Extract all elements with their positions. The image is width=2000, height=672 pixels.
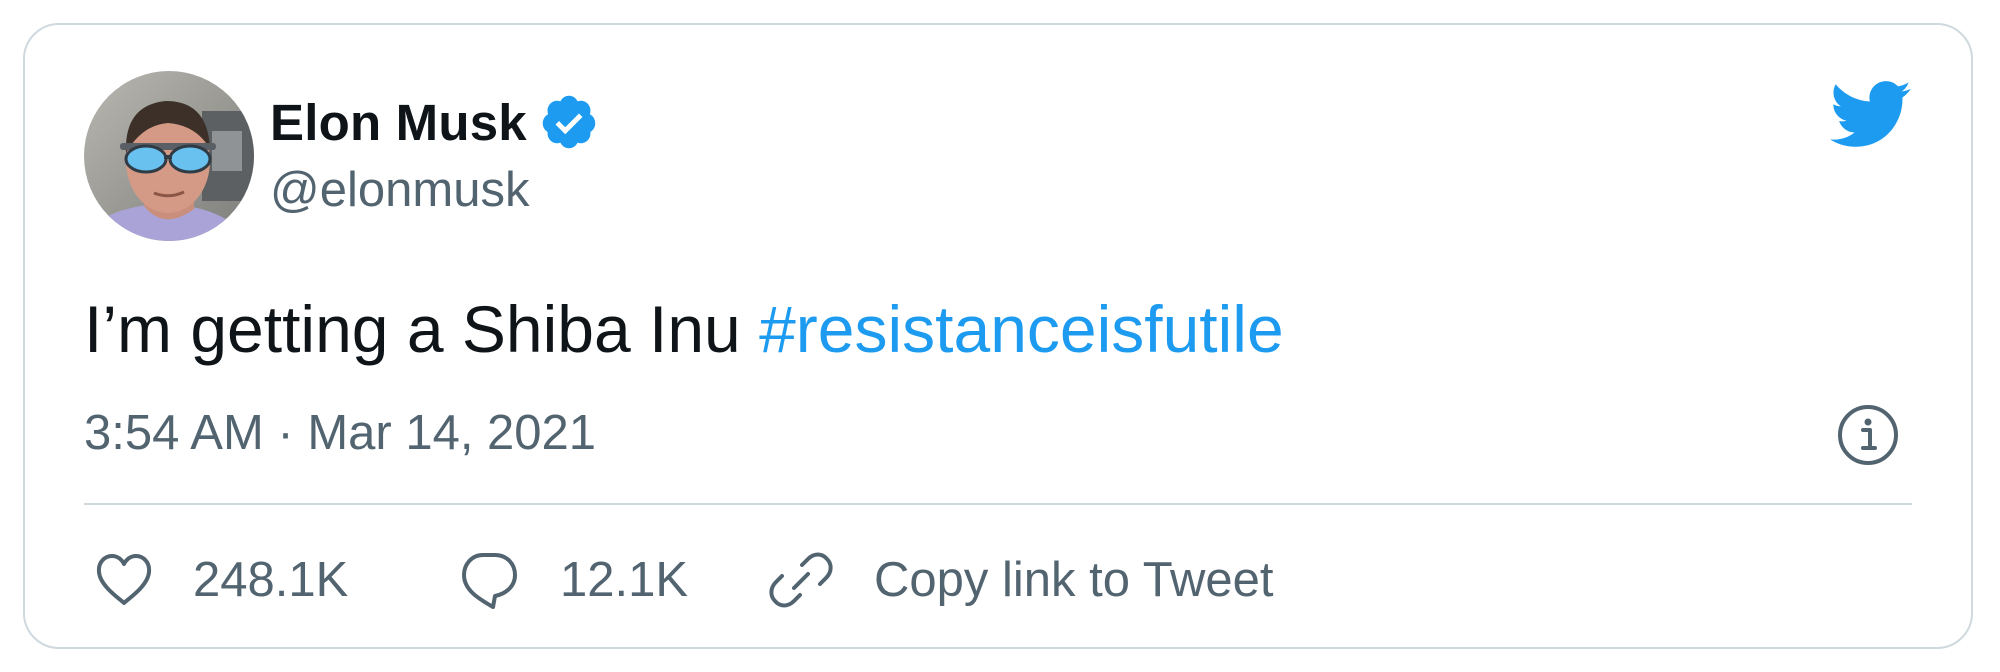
- display-name[interactable]: Elon Musk: [270, 93, 527, 152]
- heart-icon: [96, 554, 152, 605]
- link-icon: [769, 552, 833, 608]
- reply-button[interactable]: 12.1K: [459, 548, 688, 612]
- hashtag-link[interactable]: #resistanceisfutile: [759, 292, 1284, 366]
- avatar[interactable]: [84, 71, 254, 241]
- reply-bubble-icon: [462, 553, 517, 609]
- tweet-body: I’m getting a Shiba Inu: [84, 292, 741, 366]
- like-count: 248.1K: [193, 553, 349, 607]
- verified-badge-icon: [539, 92, 599, 152]
- tweet-timestamp[interactable]: 3:54 AM · Mar 14, 2021: [84, 405, 596, 461]
- copy-link-button[interactable]: Copy link to Tweet: [768, 548, 1273, 612]
- reply-count: 12.1K: [560, 553, 689, 607]
- copy-link-label: Copy link to Tweet: [874, 553, 1274, 607]
- tweet-text: I’m getting a Shiba Inu #resistanceisfut…: [84, 290, 1284, 368]
- user-handle[interactable]: @elonmusk: [270, 162, 529, 218]
- twitter-bird-icon[interactable]: [1830, 80, 1912, 150]
- author-name-row: Elon Musk: [270, 90, 599, 154]
- like-button[interactable]: 248.1K: [94, 548, 348, 612]
- info-icon[interactable]: [1836, 403, 1900, 467]
- divider: [84, 503, 1912, 505]
